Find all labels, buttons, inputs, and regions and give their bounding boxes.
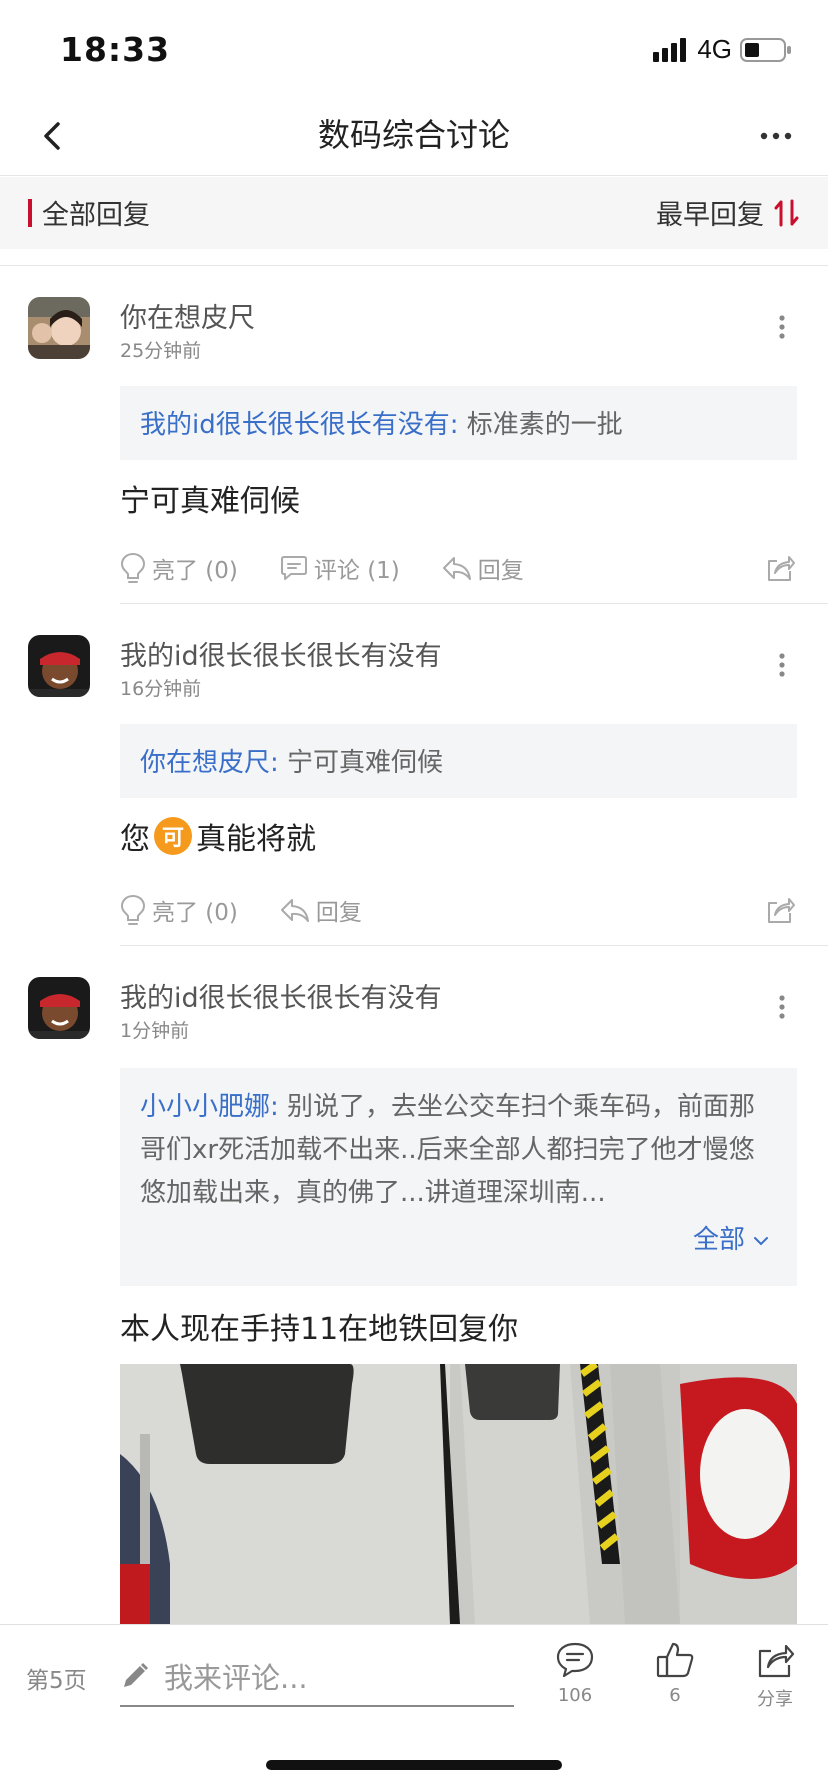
status-bar: 18:33 4G bbox=[0, 0, 828, 96]
reply-button[interactable]: 回复 bbox=[280, 893, 362, 927]
action-row: 亮了 (0) 评论 (1) 回复 bbox=[120, 548, 800, 588]
share-icon bbox=[758, 1644, 795, 1678]
comment-icon bbox=[280, 556, 307, 580]
avatar[interactable] bbox=[28, 635, 90, 697]
avatar[interactable] bbox=[28, 297, 90, 359]
page-title: 数码综合讨论 bbox=[317, 116, 510, 154]
post-time: 1分钟前 bbox=[120, 1020, 190, 1042]
comment-label: 评论 (1) bbox=[313, 558, 400, 584]
network-type: 4G bbox=[697, 34, 732, 64]
quoted-text: 标准素的一批 bbox=[458, 410, 623, 440]
more-options-button[interactable] bbox=[752, 112, 800, 160]
comment-button[interactable]: 评论 (1) bbox=[280, 551, 400, 585]
like-button[interactable]: 亮了 (0) bbox=[120, 551, 238, 585]
post-more-button[interactable] bbox=[766, 307, 798, 347]
action-row: 亮了 (0) 回复 bbox=[120, 890, 800, 930]
emoji-coin-icon: 可 bbox=[154, 817, 192, 855]
accent-mark bbox=[28, 198, 32, 227]
like-count: 6 bbox=[669, 1685, 681, 1706]
comment-count: 106 bbox=[557, 1685, 593, 1706]
quoted-author[interactable]: 我的id很长很长很长有没有: bbox=[140, 410, 459, 440]
like-post-button[interactable]: 6 bbox=[635, 1641, 715, 1706]
chevron-down-icon bbox=[754, 1236, 768, 1245]
filter-bar: 全部回复 最早回复 bbox=[0, 177, 828, 249]
lightbulb-icon bbox=[120, 894, 146, 925]
comment-placeholder: 我来评论... bbox=[164, 1661, 308, 1695]
sort-label: 最早回复 bbox=[656, 200, 764, 231]
all-replies-tab[interactable]: 全部回复 bbox=[28, 193, 150, 232]
home-indicator[interactable] bbox=[266, 1760, 562, 1770]
signal-icon bbox=[653, 37, 687, 62]
share-button[interactable] bbox=[760, 548, 800, 588]
author-name[interactable]: 你在想皮尺 bbox=[120, 296, 255, 335]
status-indicators: 4G bbox=[653, 34, 792, 65]
author-name[interactable]: 我的id很长很长很长有没有 bbox=[120, 976, 442, 1015]
subway-door-image bbox=[120, 1364, 797, 1624]
reply-label: 回复 bbox=[315, 900, 362, 926]
divider bbox=[0, 265, 828, 266]
reply-label: 回复 bbox=[477, 558, 524, 584]
quoted-reply[interactable]: 你在想皮尺: 宁可真难伺候 bbox=[120, 724, 797, 798]
like-label: 亮了 (0) bbox=[152, 900, 238, 926]
author-name[interactable]: 我的id很长很长很长有没有 bbox=[120, 634, 442, 673]
reply-text: 本人现在手持11在地铁回复你 bbox=[120, 1312, 519, 1347]
avatar-image bbox=[28, 635, 90, 697]
post-more-button[interactable] bbox=[766, 987, 798, 1027]
reply-arrow-icon bbox=[442, 557, 471, 580]
reply-button[interactable]: 回复 bbox=[442, 551, 524, 585]
battery-icon bbox=[740, 37, 791, 62]
reply-text-end: 真能将就 bbox=[196, 822, 316, 857]
vertical-ellipsis-icon bbox=[779, 315, 785, 339]
quoted-author[interactable]: 小小小肥娜: bbox=[140, 1092, 279, 1122]
avatar-image bbox=[28, 297, 90, 359]
lightbulb-icon bbox=[120, 552, 146, 583]
reply-text: 您 可 真能将就 bbox=[120, 814, 316, 858]
divider bbox=[120, 603, 828, 604]
ellipsis-icon bbox=[760, 132, 792, 140]
comments-button[interactable]: 106 bbox=[535, 1641, 615, 1706]
reply-arrow-icon bbox=[280, 899, 309, 922]
share-post-button[interactable]: 分享 bbox=[735, 1641, 815, 1711]
quoted-reply[interactable]: 我的id很长很长很长有没有: 标准素的一批 bbox=[120, 386, 797, 460]
share-button[interactable] bbox=[760, 890, 800, 930]
reply-text-start: 您 bbox=[120, 822, 150, 857]
post-more-button[interactable] bbox=[766, 645, 798, 685]
post-time: 25分钟前 bbox=[120, 340, 202, 362]
like-label: 亮了 (0) bbox=[152, 558, 238, 584]
share-icon bbox=[768, 556, 795, 581]
expand-button[interactable]: 全部 bbox=[693, 1219, 769, 1262]
navigation-bar: 数码综合讨论 bbox=[0, 96, 828, 176]
avatar[interactable] bbox=[28, 977, 90, 1039]
expand-label: 全部 bbox=[692, 1225, 745, 1255]
quoted-reply[interactable]: 小小小肥娜: 别说了，去坐公交车扫个乘车码，前面那哥们xr死活加载不出来..后来… bbox=[120, 1068, 797, 1286]
like-button[interactable]: 亮了 (0) bbox=[120, 893, 238, 927]
all-replies-label: 全部回复 bbox=[42, 200, 150, 231]
comment-input[interactable]: 我来评论... bbox=[120, 1647, 514, 1707]
quoted-content: 小小小肥娜: 别说了，去坐公交车扫个乘车码，前面那哥们xr死活加载不出来..后来… bbox=[140, 1086, 777, 1215]
share-label: 分享 bbox=[757, 1689, 793, 1710]
quoted-text: 宁可真难伺候 bbox=[278, 748, 444, 778]
vertical-ellipsis-icon bbox=[779, 995, 785, 1019]
avatar-image bbox=[28, 977, 90, 1039]
status-time: 18:33 bbox=[60, 30, 171, 69]
sort-button[interactable]: 最早回复 bbox=[656, 193, 800, 232]
comment-bubble-icon bbox=[556, 1642, 594, 1678]
page-indicator[interactable]: 第5页 bbox=[26, 1661, 87, 1695]
vertical-ellipsis-icon bbox=[779, 653, 785, 677]
thumbs-up-icon bbox=[656, 1642, 694, 1678]
reply-text: 宁可真难伺候 bbox=[120, 484, 300, 519]
post-time: 16分钟前 bbox=[120, 678, 202, 700]
divider bbox=[120, 945, 828, 946]
pencil-icon bbox=[124, 1663, 148, 1687]
quoted-author[interactable]: 你在想皮尺: bbox=[140, 748, 279, 778]
sort-arrows-icon bbox=[774, 199, 799, 226]
attached-photo[interactable] bbox=[120, 1364, 797, 1624]
share-icon bbox=[768, 898, 795, 923]
